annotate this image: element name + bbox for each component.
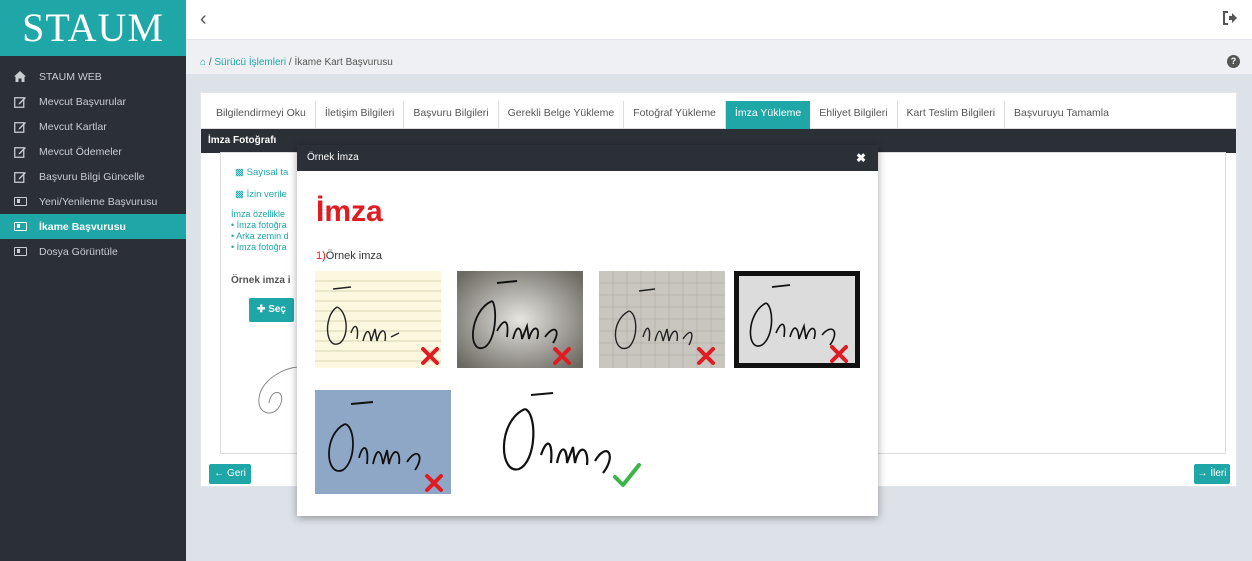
sidebar-item-label: Başvuru Bilgi Güncelle [39,170,145,183]
modal-title: İmza [316,195,383,228]
edit-icon [13,121,27,133]
sidebar-item-label: Mevcut Başvurular [39,95,126,108]
back-button[interactable]: ← Geri [209,464,251,484]
home-icon[interactable]: ⌂ [200,57,206,68]
features-title: İmza özellikle [231,209,286,219]
id-card-icon [13,247,27,256]
sidebar-item-mevcut-odemeler[interactable]: Mevcut Ödemeler [0,139,186,164]
sidebar-item-dosya-goruntule[interactable]: Dosya Görüntüle [0,239,186,264]
feature-bullet: • İmza fotoğra [231,242,287,252]
home-icon [13,71,27,82]
tab-basvuruyu-tamamla[interactable]: Başvuruyu Tamamla [1005,101,1118,129]
sample-signature-modal: Örnek İmza ✖ İmza 1)Örnek imza [297,145,878,516]
sidebar-item-label: STAUM WEB [39,70,102,83]
sample-label: Örnek imza i [231,275,291,286]
edit-icon [13,96,27,108]
sidebar-item-mevcut-basvurular[interactable]: Mevcut Başvurular [0,89,186,114]
app-logo[interactable]: STAUM [0,0,186,56]
help-icon[interactable]: ? [1227,55,1240,68]
id-card-icon [13,222,27,231]
tab-bilgilendirme[interactable]: Bilgilendirmeyi Oku [207,101,316,129]
tab-belge-yukleme[interactable]: Gerekli Belge Yükleme [499,101,625,129]
sidebar-item-label: Mevcut Ödemeler [39,145,122,158]
topbar: ‹ [186,0,1252,40]
close-icon[interactable]: ✖ [856,145,866,171]
signature-example-lined-paper [315,271,441,368]
sidebar-item-yeni-yenileme-basvurusu[interactable]: Yeni/Yenileme Başvurusu [0,189,186,214]
signature-example-grid-paper [599,271,725,368]
select-file-button[interactable]: ✚ Seç [249,298,294,322]
chevron-left-icon[interactable]: ‹ [200,8,207,31]
sidebar-item-ikame-basvurusu[interactable]: İkame Başvurusu [0,214,186,239]
modal-subtitle: 1)Örnek imza [316,250,383,262]
info-line-2: ▩ İzin verile [235,189,287,200]
sidebar-item-label: İkame Başvurusu [39,220,126,233]
sidebar: STAUM STAUM WEB Mevcut Başvurular Mevcut… [0,0,186,561]
edit-icon [13,171,27,183]
next-button[interactable]: → İleri [1194,464,1230,484]
breadcrumb: ⌂ / Sürücü İşlemleri / İkame Kart Başvur… [186,40,1252,74]
edit-icon [13,146,27,158]
tab-kart-teslim[interactable]: Kart Teslim Bilgileri [898,101,1006,129]
feature-bullet: • İmza fotoğra [231,220,287,230]
signature-example-dark-background [457,271,583,368]
breadcrumb-current: İkame Kart Başvurusu [294,57,393,68]
info-line-1: ▩ Sayısal ta [235,167,289,178]
signature-example-correct [487,385,657,495]
tab-iletisim[interactable]: İletişim Bilgileri [316,101,405,129]
sidebar-item-label: Mevcut Kartlar [39,120,107,133]
tab-imza-yukleme[interactable]: İmza Yükleme [725,101,811,129]
id-card-icon [13,197,27,206]
tab-basvuru-bilgileri[interactable]: Başvuru Bilgileri [404,101,499,129]
sidebar-item-label: Yeni/Yenileme Başvurusu [39,195,158,208]
sidebar-item-label: Dosya Görüntüle [39,245,118,258]
tab-bar: Bilgilendirmeyi Oku İletişim Bilgileri B… [201,93,1236,129]
tab-ehliyet-bilgileri[interactable]: Ehliyet Bilgileri [810,101,898,129]
sidebar-item-mevcut-kartlar[interactable]: Mevcut Kartlar [0,114,186,139]
breadcrumb-parent[interactable]: Sürücü İşlemleri [214,57,286,68]
sidebar-item-staum-web[interactable]: STAUM WEB [0,64,186,89]
tab-fotograf-yukleme[interactable]: Fotoğraf Yükleme [624,101,726,129]
signature-example-blue-background [315,390,451,494]
feature-bullet: • Arka zemin d [231,231,289,241]
modal-header: Örnek İmza ✖ [297,145,878,171]
logout-icon[interactable] [1222,10,1238,31]
sidebar-menu: STAUM WEB Mevcut Başvurular Mevcut Kartl… [0,64,186,264]
sidebar-item-basvuru-bilgi-guncelle[interactable]: Başvuru Bilgi Güncelle [0,164,186,189]
signature-example-black-frame [734,271,860,368]
